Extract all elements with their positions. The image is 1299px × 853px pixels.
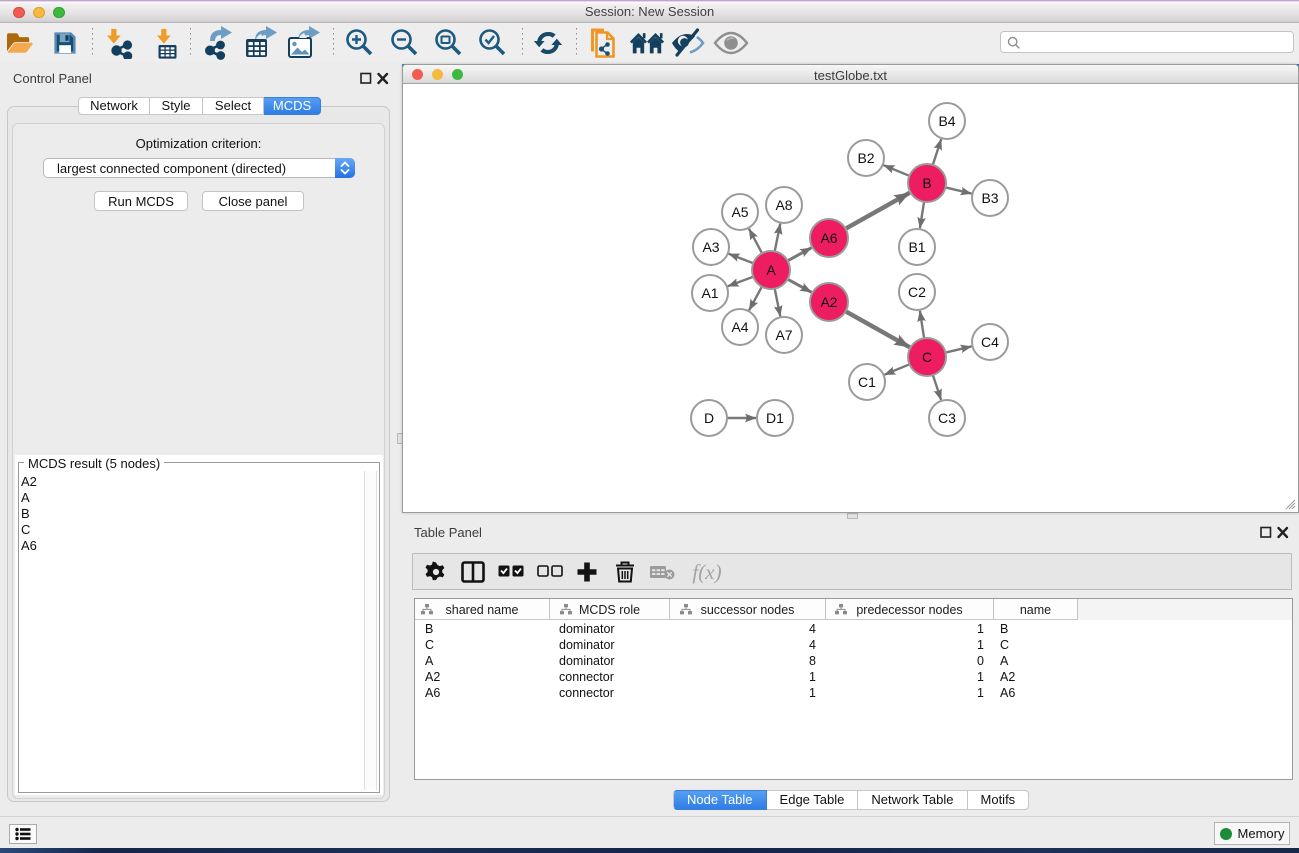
svg-text:A: A <box>766 262 776 278</box>
svg-text:A4: A4 <box>731 319 748 335</box>
svg-text:B2: B2 <box>857 150 874 166</box>
svg-text:A3: A3 <box>702 239 719 255</box>
svg-text:B: B <box>922 175 931 191</box>
svg-text:A2: A2 <box>820 294 837 310</box>
svg-text:B1: B1 <box>908 239 925 255</box>
svg-text:A1: A1 <box>701 285 718 301</box>
svg-text:D: D <box>704 410 714 426</box>
svg-text:C3: C3 <box>938 410 956 426</box>
svg-text:A5: A5 <box>731 204 748 220</box>
svg-text:C4: C4 <box>981 334 999 350</box>
svg-text:D1: D1 <box>766 410 784 426</box>
svg-text:B4: B4 <box>938 113 955 129</box>
svg-text:A6: A6 <box>820 230 837 246</box>
svg-text:A7: A7 <box>775 327 792 343</box>
svg-text:C: C <box>922 349 932 365</box>
svg-text:C2: C2 <box>908 284 926 300</box>
svg-text:B3: B3 <box>981 190 998 206</box>
svg-text:A8: A8 <box>775 197 792 213</box>
svg-text:C1: C1 <box>858 374 876 390</box>
